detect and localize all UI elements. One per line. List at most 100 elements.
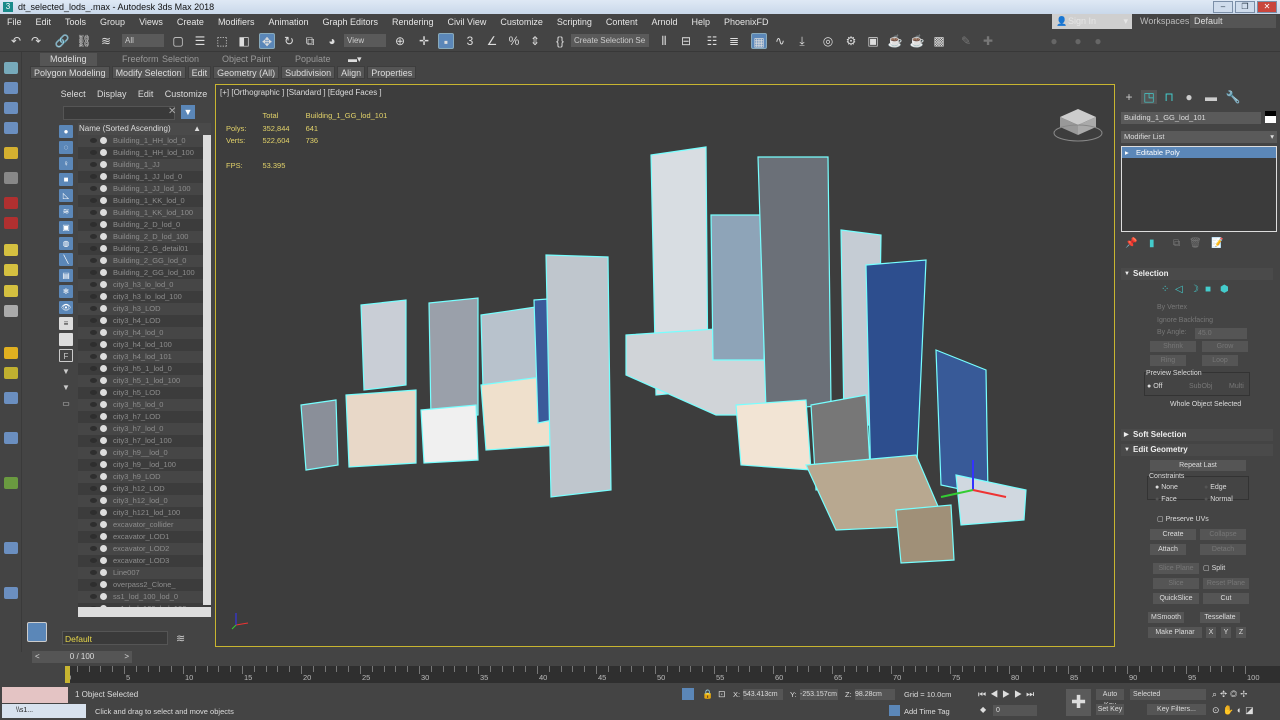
freeze-toggle-icon[interactable] <box>100 425 107 432</box>
scene-object-row[interactable]: Building_1_JJ_lod_100 <box>78 183 211 195</box>
horizontal-scrollbar[interactable] <box>78 607 211 617</box>
freeze-toggle-icon[interactable] <box>100 389 107 396</box>
panel-properties[interactable]: Properties <box>367 66 417 79</box>
visibility-icon[interactable] <box>90 258 97 263</box>
scene-object-row[interactable]: city3_h5_LOD <box>78 387 211 399</box>
freeze-toggle-icon[interactable] <box>100 185 107 192</box>
tool-icon[interactable] <box>4 82 18 94</box>
scene-object-row[interactable]: Building_2_D_lod_0 <box>78 219 211 231</box>
freeze-toggle-icon[interactable] <box>100 353 107 360</box>
visibility-icon[interactable] <box>90 414 97 419</box>
display-cameras-icon[interactable]: ■ <box>59 173 73 186</box>
sphere-icon[interactable] <box>4 264 18 276</box>
panel-polygon-modeling[interactable]: Polygon Modeling <box>30 66 110 79</box>
panel-align[interactable]: Align <box>337 66 366 79</box>
freeze-toggle-icon[interactable] <box>100 521 107 528</box>
freeze-toggle-icon[interactable] <box>100 485 107 492</box>
by-angle-checkbox[interactable]: By Angle: <box>1157 329 1187 336</box>
freeze-toggle-icon[interactable] <box>100 413 107 420</box>
visibility-icon[interactable] <box>90 378 97 383</box>
edit-named-selection-icon[interactable]: {} <box>552 33 568 49</box>
key-filters-button[interactable]: Key Filters... <box>1147 704 1206 715</box>
tool-icon[interactable] <box>4 217 18 229</box>
scene-object-row[interactable]: city3_h4_LOD <box>78 315 211 327</box>
visibility-icon[interactable] <box>90 474 97 479</box>
menu-create[interactable]: Create <box>170 17 211 27</box>
freeze-toggle-icon[interactable] <box>100 437 107 444</box>
redo-icon[interactable]: ↷ <box>28 33 44 49</box>
visibility-icon[interactable] <box>90 162 97 167</box>
menu-civil-view[interactable]: Civil View <box>441 17 494 27</box>
visibility-icon[interactable] <box>90 234 97 239</box>
invert-display-icon[interactable]: F <box>59 349 73 362</box>
menu-group[interactable]: Group <box>93 17 132 27</box>
freeze-toggle-icon[interactable] <box>100 233 107 240</box>
scene-object-row[interactable]: city3_h4_lod_0 <box>78 327 211 339</box>
remove-modifier-icon[interactable]: 🗑 <box>1189 238 1202 249</box>
show-end-result-icon[interactable]: ▮ <box>1149 238 1155 249</box>
visibility-icon[interactable] <box>90 486 97 491</box>
freeze-toggle-icon[interactable] <box>100 221 107 228</box>
viewport-navigation-icons[interactable]: ⌕✥◎✢ <box>1212 689 1250 700</box>
scene-object-row[interactable]: Building_1_JJ <box>78 159 211 171</box>
element-mode-icon[interactable]: ⬢ <box>1220 284 1229 295</box>
tool-icon[interactable] <box>4 432 18 444</box>
display-none-icon[interactable] <box>59 333 73 346</box>
display-bones-icon[interactable]: ╲ <box>59 253 73 266</box>
slice-plane-button[interactable]: Slice Plane <box>1153 563 1199 574</box>
freeze-toggle-icon[interactable] <box>100 473 107 480</box>
scene-object-row[interactable]: excavator_LOD2 <box>78 543 211 555</box>
explorer-menu-select[interactable]: Select <box>61 89 86 99</box>
scene-object-row[interactable]: Building_1_HH_lod_0 <box>78 135 211 147</box>
add-time-tag[interactable]: Add Time Tag <box>904 707 950 716</box>
make-unique-icon[interactable]: ⧉ <box>1173 238 1180 249</box>
render-activeshade-icon[interactable]: ☕ <box>909 33 925 49</box>
select-by-name-icon[interactable]: ☰ <box>192 33 208 49</box>
menu-customize[interactable]: Customize <box>493 17 550 27</box>
sun-icon[interactable] <box>4 347 18 359</box>
scene-object-row[interactable]: Building_1_KK_lod_0 <box>78 195 211 207</box>
tool-icon[interactable] <box>4 197 18 209</box>
close-button[interactable]: ✕ <box>1257 1 1277 13</box>
visibility-icon[interactable] <box>90 306 97 311</box>
visibility-icon[interactable] <box>90 438 97 443</box>
freeze-toggle-icon[interactable] <box>100 257 107 264</box>
curve-editor-icon[interactable]: ∿ <box>772 33 788 49</box>
scene-object-row[interactable]: city3_h5_1_lod_0 <box>78 363 211 375</box>
panel-modify-selection[interactable]: Modify Selection <box>111 66 186 79</box>
restore-button[interactable]: ❐ <box>1235 1 1255 13</box>
snap-toggle-icon[interactable]: 3 <box>462 33 478 49</box>
tab-object-paint[interactable]: Object Paint <box>222 53 271 66</box>
scene-object-row[interactable]: city3_h9__lod_0 <box>78 447 211 459</box>
visibility-icon[interactable] <box>90 198 97 203</box>
object-color-swatch[interactable] <box>1265 111 1276 123</box>
freeze-toggle-icon[interactable] <box>100 557 107 564</box>
ribbon-options-icon[interactable]: ▬▾ <box>348 53 362 66</box>
y-coordinate-field[interactable]: -253.157cm <box>800 689 838 700</box>
percent-snap-icon[interactable]: % <box>506 33 522 49</box>
tab-modeling[interactable]: Modeling <box>40 53 97 66</box>
tool-icon[interactable] <box>4 587 18 599</box>
visibility-icon[interactable] <box>90 522 97 527</box>
shrink-button[interactable]: Shrink <box>1150 341 1196 352</box>
minimize-button[interactable]: – <box>1213 1 1233 13</box>
tool-icon[interactable] <box>4 102 18 114</box>
freeze-toggle-icon[interactable] <box>100 341 107 348</box>
menu-rendering[interactable]: Rendering <box>385 17 441 27</box>
border-mode-icon[interactable]: ☽ <box>1190 284 1199 295</box>
make-planar-button[interactable]: Make Planar <box>1148 627 1202 638</box>
scene-object-row[interactable]: city3_h12_lod_0 <box>78 495 211 507</box>
preview-multi-radio[interactable]: Multi <box>1229 383 1244 390</box>
select-object-icon[interactable]: ▢ <box>170 33 186 49</box>
freeze-toggle-icon[interactable] <box>100 509 107 516</box>
explorer-menu-customize[interactable]: Customize <box>165 89 208 99</box>
display-spacewarps-icon[interactable]: ≋ <box>59 205 73 218</box>
tool-icon[interactable] <box>4 367 18 379</box>
visibility-icon[interactable] <box>90 210 97 215</box>
attach-button[interactable]: Attach <box>1150 544 1186 555</box>
explorer-search-input[interactable] <box>63 106 175 120</box>
scene-object-row[interactable]: city3_h9__lod_100 <box>78 459 211 471</box>
tessellate-button[interactable]: Tessellate <box>1200 612 1240 623</box>
a360-icon[interactable]: ✎ <box>958 33 974 49</box>
scene-object-row[interactable]: excavator_LOD3 <box>78 555 211 567</box>
